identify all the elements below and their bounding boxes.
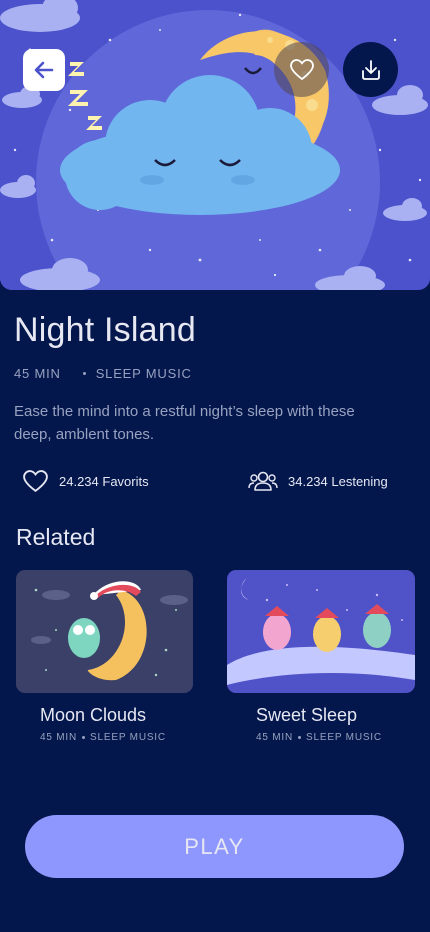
related-duration-2: 45 MIN bbox=[256, 732, 294, 743]
favorites-stat: 24.234 Favorits bbox=[22, 469, 149, 494]
favorite-button[interactable] bbox=[274, 42, 329, 97]
track-title: Night Island bbox=[14, 311, 196, 349]
play-button[interactable]: PLAY bbox=[25, 815, 404, 878]
sweet-sleep-thumbnail bbox=[227, 570, 415, 693]
track-duration: 45 MIN bbox=[14, 366, 61, 381]
related-category-2: SLEEP MUSIC bbox=[306, 732, 382, 743]
related-title-2: Sweet Sleep bbox=[256, 705, 358, 725]
track-description: Ease the mind into a restful night’s sle… bbox=[14, 403, 355, 443]
track-category: SLEEP MUSIC bbox=[95, 366, 192, 381]
listening-stat: 34.234 Lestening bbox=[248, 469, 388, 493]
related-card-moon-clouds[interactable]: Moon Clouds 45 MIN SLEEP MUSIC bbox=[16, 570, 193, 743]
heart-icon bbox=[289, 58, 314, 80]
related-title-1: Moon Clouds bbox=[40, 705, 147, 725]
listening-count: 34.234 Lestening bbox=[288, 473, 388, 489]
meta-separator bbox=[82, 372, 86, 375]
related-heading: Related bbox=[16, 524, 96, 550]
moon-clouds-thumbnail bbox=[16, 570, 193, 693]
arrow-left-icon bbox=[34, 61, 54, 79]
people-icon bbox=[248, 471, 278, 491]
related-duration-1: 45 MIN bbox=[40, 732, 78, 743]
heart-icon bbox=[23, 470, 48, 493]
related-meta-1: 45 MIN SLEEP MUSIC bbox=[40, 732, 193, 743]
track-meta: 45 MIN SLEEP MUSIC bbox=[14, 366, 192, 381]
meta-separator bbox=[82, 736, 86, 739]
hero-illustration bbox=[0, 0, 430, 290]
download-button[interactable] bbox=[343, 42, 398, 97]
related-card-sweet-sleep[interactable]: Sweet Sleep 45 MIN SLEEP MUSIC bbox=[227, 570, 415, 743]
download-icon bbox=[361, 59, 380, 80]
related-category-1: SLEEP MUSIC bbox=[90, 732, 166, 743]
favorites-count: 24.234 Favorits bbox=[59, 474, 149, 489]
meta-separator bbox=[298, 736, 302, 739]
back-button[interactable] bbox=[23, 49, 65, 91]
related-meta-2: 45 MIN SLEEP MUSIC bbox=[256, 732, 415, 743]
